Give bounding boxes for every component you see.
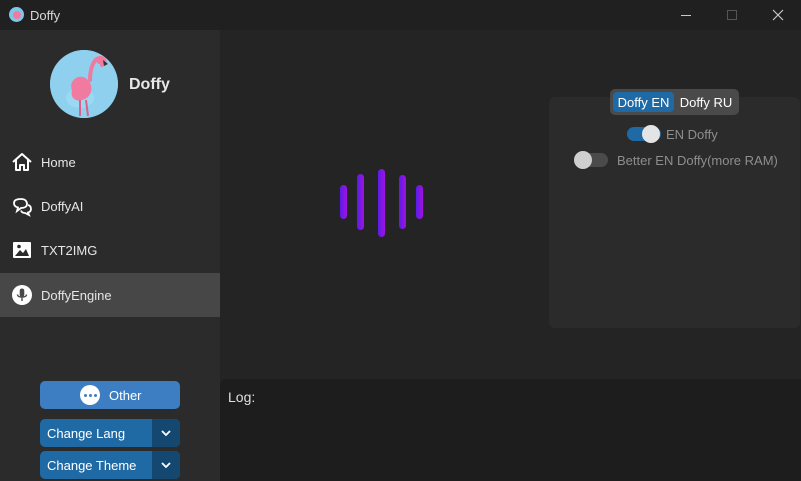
- log-label: Log:: [228, 389, 256, 405]
- log-textbox[interactable]: Log:: [220, 379, 801, 481]
- minimize-button[interactable]: [663, 0, 709, 30]
- change-lang-label: Change Lang: [47, 426, 126, 441]
- maximize-icon: [727, 10, 737, 20]
- en-doffy-switch[interactable]: [627, 125, 661, 143]
- more-dots-icon: [80, 385, 100, 405]
- maximize-button[interactable]: [709, 0, 755, 30]
- chevron-down-icon[interactable]: [152, 451, 180, 479]
- sidebar-item-label: DoffyEngine: [41, 287, 112, 303]
- segment-doffy-en[interactable]: Doffy EN: [613, 92, 674, 112]
- chat-bubbles-icon: [13, 198, 32, 217]
- chevron-down-icon[interactable]: [152, 419, 180, 447]
- sound-wave-icon: [340, 169, 423, 237]
- close-icon: [772, 9, 784, 21]
- sidebar-item-label: TXT2IMG: [41, 242, 98, 258]
- sidebar: Doffy Home DoffyAI TXT2IMG DoffyEngine O…: [0, 30, 220, 481]
- segment-doffy-ru[interactable]: Doffy RU: [676, 92, 736, 112]
- other-button-label: Other: [109, 388, 142, 403]
- sidebar-item-doffyengine[interactable]: DoffyEngine: [0, 273, 220, 317]
- minimize-icon: [681, 14, 691, 16]
- microphone-icon: [12, 285, 32, 305]
- other-button[interactable]: Other: [40, 381, 180, 409]
- image-icon: [13, 242, 31, 258]
- sidebar-item-doffyai[interactable]: DoffyAI: [0, 184, 220, 228]
- better-en-doffy-switch-label: Better EN Doffy(more RAM): [617, 153, 778, 168]
- title-bar: Doffy: [0, 0, 801, 30]
- change-lang-dropdown[interactable]: Change Lang: [40, 419, 180, 447]
- change-theme-label: Change Theme: [47, 458, 137, 473]
- flamingo-avatar: [50, 50, 118, 118]
- switch-knob: [574, 151, 592, 169]
- sidebar-item-home[interactable]: Home: [0, 140, 220, 184]
- en-doffy-switch-label: EN Doffy: [666, 127, 718, 142]
- close-button[interactable]: [755, 0, 801, 30]
- sidebar-item-label: DoffyAI: [41, 198, 84, 214]
- language-segmented-control: Doffy EN Doffy RU: [610, 89, 739, 115]
- brand-name: Doffy: [129, 76, 170, 93]
- sidebar-item-txt2img[interactable]: TXT2IMG: [0, 228, 220, 272]
- better-en-doffy-switch[interactable]: [574, 151, 608, 169]
- home-icon: [12, 153, 32, 171]
- window-title: Doffy: [30, 8, 61, 23]
- change-theme-dropdown[interactable]: Change Theme: [40, 451, 180, 479]
- sidebar-item-label: Home: [41, 154, 76, 170]
- switch-knob: [642, 125, 660, 143]
- app-logo-icon: [9, 7, 24, 22]
